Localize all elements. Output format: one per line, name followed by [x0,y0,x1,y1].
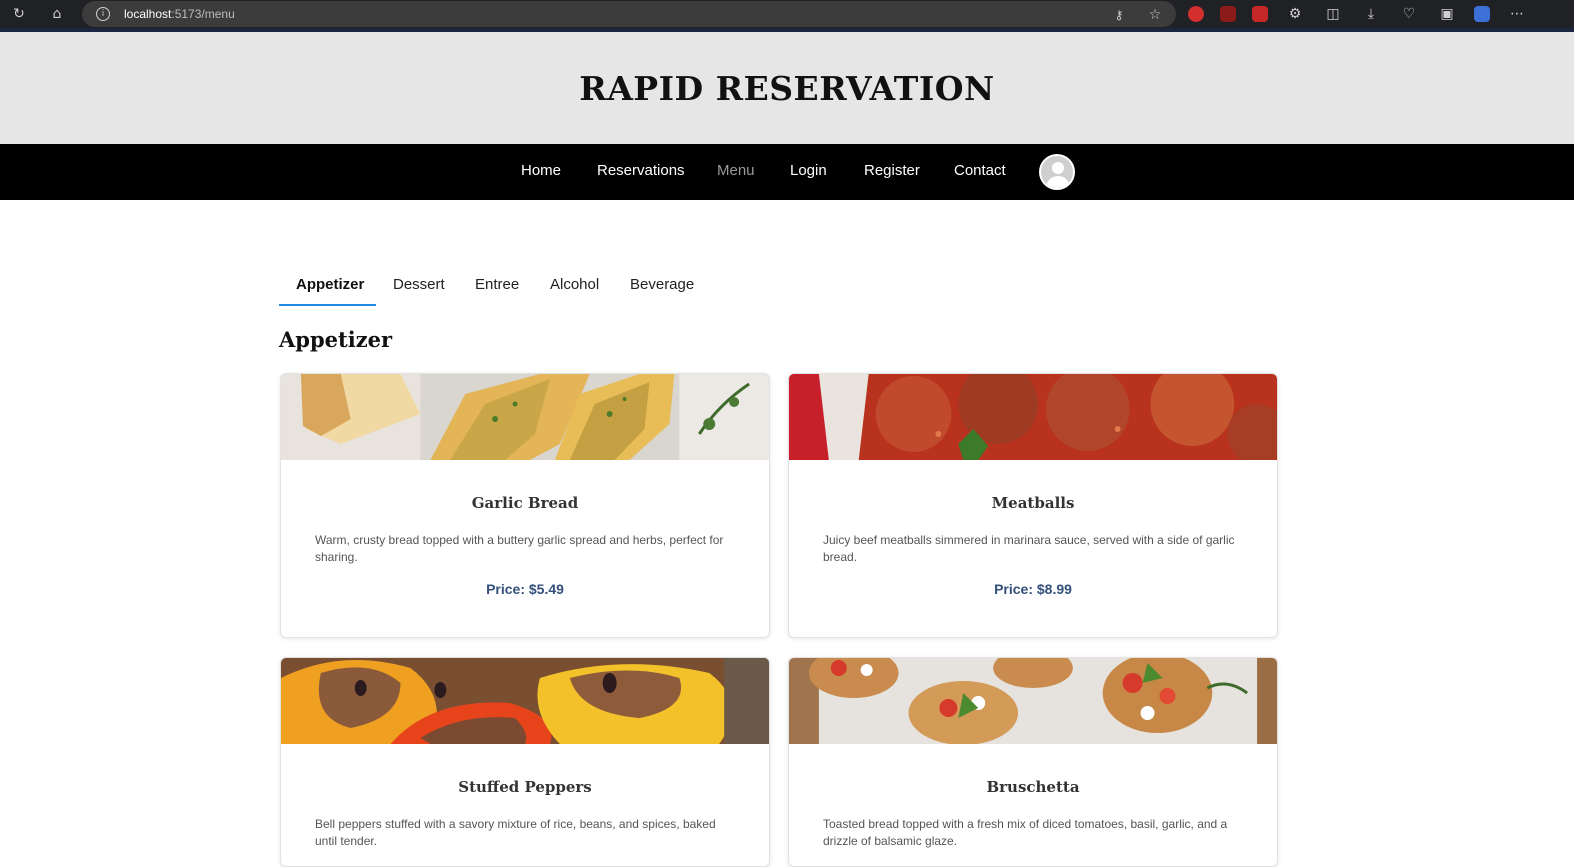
info-icon[interactable]: i [96,7,110,21]
reload-icon[interactable]: ↻ [8,3,30,25]
nav-reservations[interactable]: Reservations [597,162,685,179]
puzzle-icon[interactable]: ⚙ [1284,3,1306,25]
star-icon[interactable]: ☆ [1144,4,1166,26]
nav-home[interactable]: Home [521,162,561,179]
browser-toolbar: ↻ ⌂ i localhost:5173/menu ⚷ ☆ ⚙ ◫ ⤓ ♡ ▣ … [0,0,1574,28]
user-avatar-icon[interactable] [1039,154,1075,190]
bruschetta-image [789,658,1277,744]
menu-category-tabs: Appetizer Dessert Entree Alcohol Beverag… [279,264,739,306]
garlic-bread-image [281,374,769,460]
extension-icon[interactable] [1474,6,1490,22]
site-header: RAPID RESERVATION [0,32,1574,144]
nav-menu[interactable]: Menu [717,162,755,179]
item-description: Juicy beef meatballs simmered in marinar… [823,533,1235,564]
extension-icon[interactable] [1252,6,1268,22]
tab-alcohol[interactable]: Alcohol [550,276,599,293]
extension-icon[interactable] [1188,6,1204,22]
menu-item-card[interactable]: Meatballs Juicy beef meatballs simmered … [788,373,1278,638]
split-icon[interactable]: ◫ [1322,3,1344,25]
tab-beverage[interactable]: Beverage [630,276,694,293]
extension-icon[interactable] [1220,6,1236,22]
active-tab-indicator [279,304,376,306]
menu-icon[interactable]: ⋯ [1506,3,1528,25]
item-name: Stuffed Peppers [458,778,592,796]
tab-entree[interactable]: Entree [475,276,519,293]
item-name: Garlic Bread [471,494,579,512]
download-icon[interactable]: ⤓ [1360,3,1382,25]
item-price: Price: $5.49 [486,581,564,597]
item-name: Meatballs [991,494,1075,512]
item-price: Price: $8.99 [994,581,1072,597]
url-text[interactable]: localhost:5173/menu [124,7,235,21]
item-description: Warm, crusty bread topped with a buttery… [315,533,724,564]
nav-login[interactable]: Login [790,162,827,179]
site-title: RAPID RESERVATION [579,68,995,108]
key-icon[interactable]: ⚷ [1108,4,1130,26]
item-name: Bruschetta [986,778,1080,796]
tab-appetizer[interactable]: Appetizer [296,276,364,293]
heart-icon[interactable]: ♡ [1398,3,1420,25]
item-description: Bell peppers stuffed with a savory mixtu… [315,817,716,848]
address-bar[interactable]: i localhost:5173/menu ⚷ ☆ [82,1,1176,27]
menu-item-card[interactable]: Bruschetta Toasted bread topped with a f… [788,657,1278,867]
meatballs-image [789,374,1277,460]
main-nav: Home Reservations Menu Login Register Co… [0,144,1574,200]
nav-register[interactable]: Register [864,162,920,179]
collections-icon[interactable]: ▣ [1436,3,1458,25]
menu-item-card[interactable]: Garlic Bread Warm, crusty bread topped w… [280,373,770,638]
nav-contact[interactable]: Contact [954,162,1006,179]
section-title: Appetizer [279,327,393,352]
item-description: Toasted bread topped with a fresh mix of… [823,817,1228,848]
stuffed-peppers-image [281,658,769,744]
menu-item-card[interactable]: Stuffed Peppers Bell peppers stuffed wit… [280,657,770,867]
home-icon[interactable]: ⌂ [46,3,68,25]
tab-dessert[interactable]: Dessert [393,276,445,293]
